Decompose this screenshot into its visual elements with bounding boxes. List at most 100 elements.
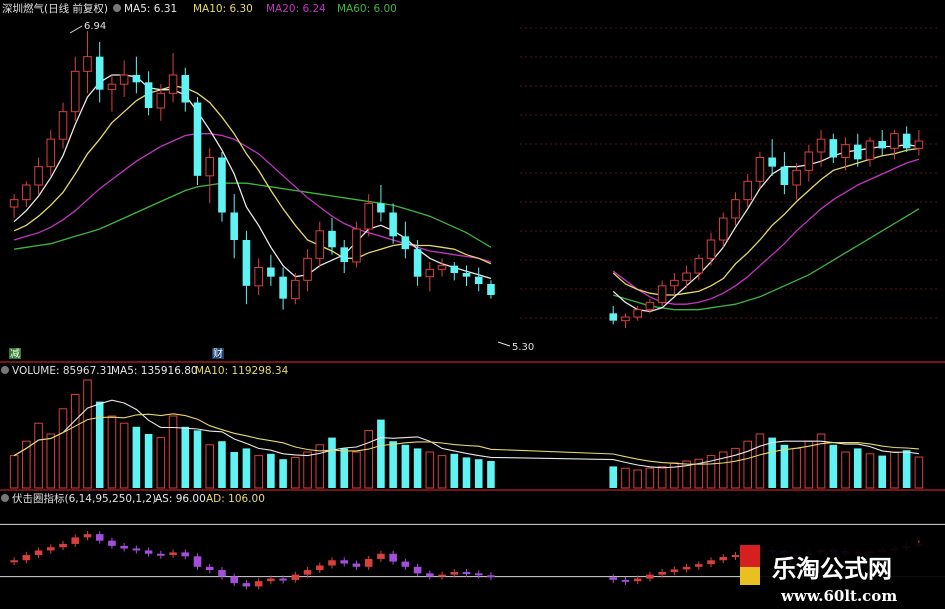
indicator-name: 伏击圈指标(6,14,95,250,1,2) [12, 492, 156, 505]
stock-title: 深圳燃气(日线 前复权) [2, 2, 108, 15]
volume-bar [792, 447, 801, 489]
volume-bar [755, 433, 765, 489]
low-price-arrow [497, 341, 511, 347]
volume-bars [9, 379, 924, 489]
volume-bar [254, 455, 263, 489]
candle-body [853, 144, 862, 160]
candle-body [645, 301, 655, 311]
volume-bar [816, 433, 826, 489]
volume-bar [829, 444, 838, 488]
volume-bar [83, 379, 92, 489]
candle-body [34, 166, 43, 186]
volume-label: VOLUME: 85967.31 [12, 365, 113, 377]
candle-body [9, 199, 19, 208]
candle-body [267, 267, 275, 277]
volume-bar [34, 422, 43, 489]
candle-body [364, 202, 373, 230]
candle-body [119, 74, 129, 85]
low-price-label: 5.30 [512, 342, 534, 353]
candle-body [633, 309, 642, 318]
candle-body [230, 212, 238, 240]
volume-bar [865, 453, 875, 489]
candle-body [829, 139, 838, 158]
candle-body [450, 265, 459, 273]
candle-body [670, 279, 679, 287]
candle-body [389, 212, 397, 237]
volume-bar [303, 451, 312, 489]
candle-body [841, 144, 850, 159]
candle-body [254, 267, 263, 287]
volume-bar [657, 465, 667, 489]
volume-bar [205, 444, 215, 489]
volume-bar [780, 444, 789, 488]
candle-body [377, 203, 385, 213]
candle-body [156, 92, 166, 109]
volume-bar [95, 401, 104, 488]
candle-body [242, 240, 251, 286]
volume-bar [450, 453, 459, 488]
candle-body [205, 157, 215, 177]
indicator-ad-label: AD: 106.00 [206, 493, 265, 505]
watermark-logo-lower [740, 567, 760, 585]
candle-body [58, 111, 68, 140]
candle-body [768, 157, 776, 167]
volume-bar [768, 437, 776, 488]
volume-bar [267, 453, 275, 488]
candle-body [303, 257, 312, 281]
volume-bar [218, 441, 226, 488]
settings-icon[interactable] [113, 4, 121, 12]
candle-body [731, 199, 740, 219]
volume-bar [425, 451, 435, 489]
candle-body [218, 157, 226, 213]
candle-body [181, 75, 190, 103]
stock-chart: 深圳燃气(日线 前复权) MA5: 6.31 MA10: 6.30 MA20: … [0, 2, 945, 609]
candle-body [144, 82, 153, 108]
ma20-line [13, 133, 492, 263]
candle-body [70, 70, 80, 113]
volume-bar [279, 459, 287, 488]
volume-bar [462, 457, 471, 488]
candle-body [609, 313, 618, 321]
volume-bar [645, 467, 655, 489]
candle-body [193, 102, 202, 176]
candle-body [816, 138, 826, 153]
candle-body [22, 184, 31, 201]
volume-bar [119, 422, 129, 489]
candle-body [718, 217, 728, 241]
candle-body [413, 249, 422, 277]
volume-bar [609, 466, 618, 488]
ma10-line [13, 85, 492, 265]
volume-bar [132, 426, 141, 488]
candle-body [890, 133, 899, 149]
volume-bar [328, 437, 336, 488]
volume-bar [401, 444, 410, 488]
watermark-logo [740, 545, 760, 567]
volume-settings-icon[interactable] [1, 366, 9, 374]
volume-bar [107, 415, 117, 489]
volume-ma10-label: MA10: 119298.34 [195, 365, 289, 377]
ma60-label: MA60: 6.00 [337, 3, 397, 15]
candle-body [804, 151, 814, 171]
indicator-settings-icon[interactable] [1, 494, 9, 502]
volume-bar [291, 456, 300, 489]
candle-body [46, 138, 56, 168]
candle-body [621, 316, 630, 322]
candlesticks [9, 25, 924, 347]
candle-body [315, 230, 325, 259]
volume-bar [193, 430, 202, 488]
volume-bar [181, 426, 190, 488]
volume-bar [340, 448, 349, 488]
volume-bar [156, 437, 166, 489]
volume-bar [230, 452, 238, 488]
candle-body [865, 140, 875, 160]
event-marker-left-label: 减 [10, 348, 20, 360]
volume-bar [46, 433, 56, 489]
ma5-label: MA5: 6.31 [124, 3, 177, 15]
candle-body [132, 75, 141, 83]
candle-body [279, 276, 287, 299]
candle-body [107, 83, 117, 91]
candle-body [401, 236, 410, 250]
volume-bar [890, 451, 899, 489]
volume-bar [487, 461, 495, 488]
high-price-label: 6.94 [84, 21, 106, 32]
